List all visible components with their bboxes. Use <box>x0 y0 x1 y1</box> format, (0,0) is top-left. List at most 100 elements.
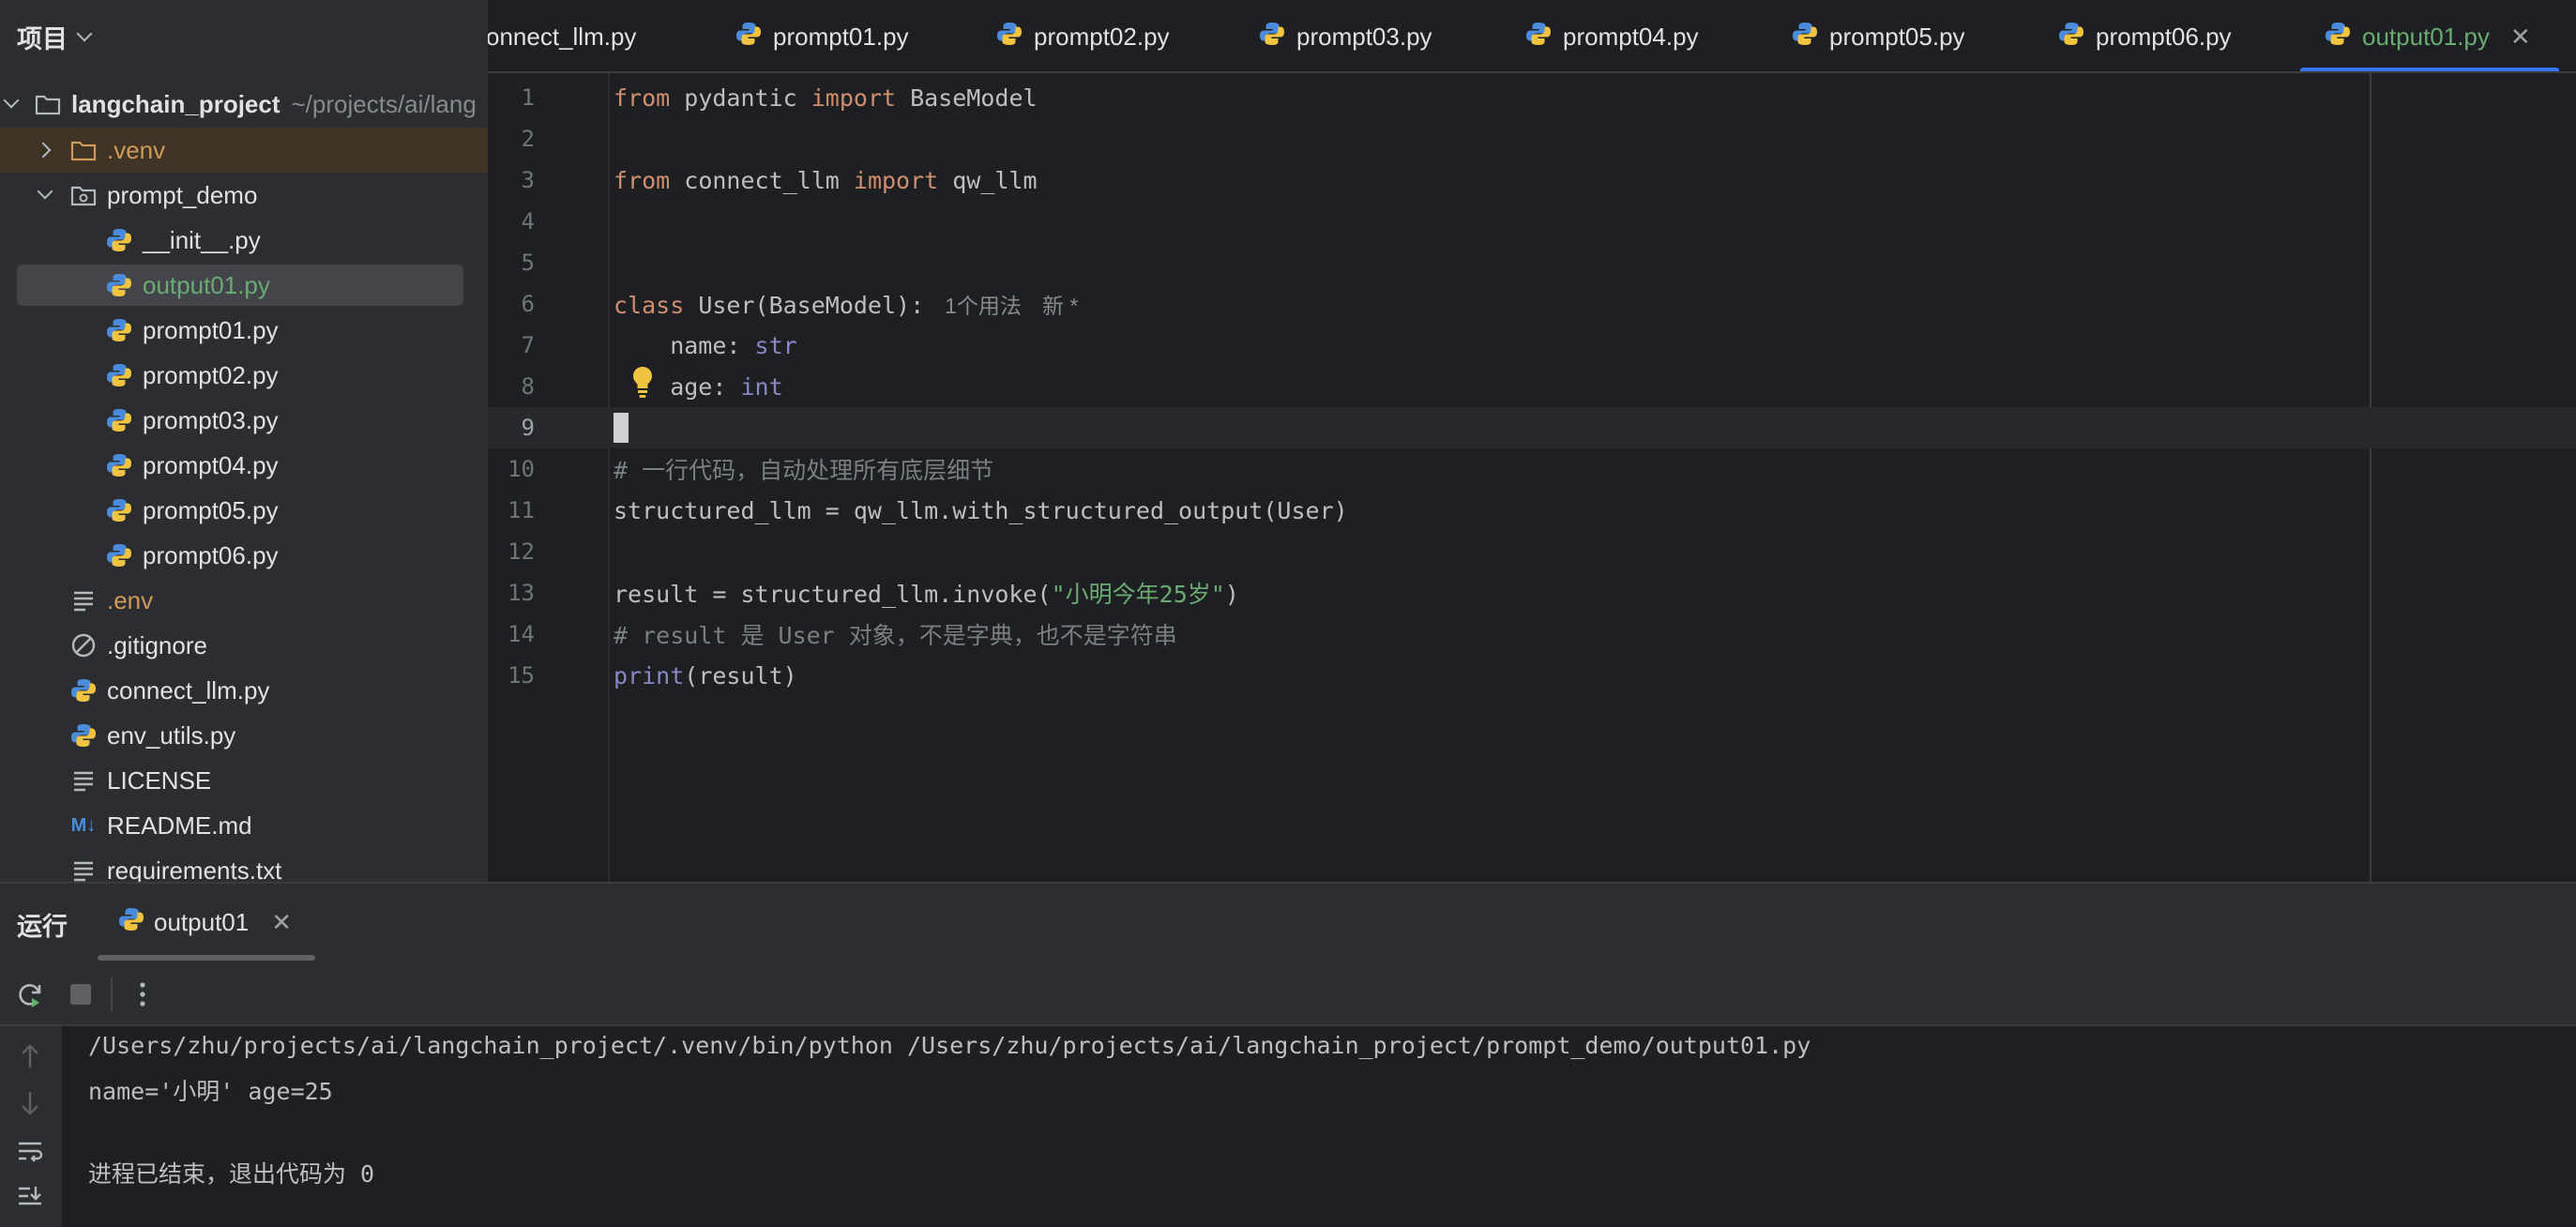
code-line[interactable]: 11 structured_llm = qw_llm.with_structur… <box>488 490 2576 531</box>
more-options-icon[interactable] <box>128 979 158 1009</box>
tab-prompt03[interactable]: prompt03.py <box>1259 0 1432 71</box>
tree-item-label: __init__.py <box>143 225 261 254</box>
python-file-icon <box>105 407 133 433</box>
scroll-to-end-icon[interactable] <box>15 1182 45 1212</box>
tree-item-prompt05-py[interactable]: prompt05.py <box>0 488 488 533</box>
console-output-line: /Users/zhu/projects/ai/langchain_project… <box>88 1032 1811 1059</box>
line-number: 1 <box>521 84 535 111</box>
code-line[interactable]: 7 name: str <box>488 325 2576 366</box>
tree-item-prompt02-py[interactable]: prompt02.py <box>0 353 488 398</box>
run-panel-title: 运行 <box>17 913 68 941</box>
tree-item-license[interactable]: LICENSE <box>0 758 488 803</box>
tree-item-prompt03-py[interactable]: prompt03.py <box>0 398 488 443</box>
python-file-icon <box>1792 21 1818 53</box>
chevron-right-icon[interactable] <box>35 142 52 159</box>
line-number: 5 <box>521 250 535 276</box>
code-comment: # 一行代码，自动处理所有底层细节 <box>614 457 994 484</box>
code-text: from connect_llm import qw_llm <box>614 166 1038 194</box>
tree-item-label: requirements.txt <box>107 856 282 883</box>
author-inlay-hint[interactable]: 新 * <box>1042 294 1078 318</box>
line-number: 6 <box>521 291 535 317</box>
project-name: langchain_project ~/projects/ai/lang <box>71 90 477 119</box>
code-line[interactable]: 4 <box>488 201 2576 242</box>
python-file-icon <box>996 21 1023 53</box>
tab-label: output01.py <box>2362 22 2490 51</box>
usages-inlay-hint[interactable]: 1个用法 <box>945 294 1022 318</box>
lightbulb-icon[interactable] <box>629 364 657 401</box>
code-line[interactable]: 6 class User(BaseModel): 1个用法新 * <box>488 283 2576 325</box>
arrow-down-icon[interactable] <box>15 1088 45 1118</box>
line-number: 14 <box>508 621 535 647</box>
chevron-down-icon[interactable] <box>76 25 93 42</box>
project-name-text: langchain_project <box>71 89 280 118</box>
tree-item-label: README.md <box>107 810 252 840</box>
chevron-down-icon[interactable] <box>3 92 20 109</box>
tab-connect-llm[interactable]: onnect_llm.py <box>488 0 636 71</box>
tree-item-readme-md[interactable]: M↓ README.md <box>0 803 488 848</box>
tab-label: prompt04.py <box>1563 22 1699 51</box>
tree-item-env[interactable]: .env <box>0 578 488 623</box>
code-line[interactable]: 8 age: int <box>488 366 2576 407</box>
tree-item-prompt-demo[interactable]: prompt_demo <box>0 173 488 218</box>
code-line-current[interactable]: 9 <box>488 407 2576 448</box>
code-line[interactable]: 5 <box>488 242 2576 283</box>
tree-item-prompt06-py[interactable]: prompt06.py <box>0 533 488 578</box>
tree-item-prompt04-py[interactable]: prompt04.py <box>0 443 488 488</box>
run-tab-output01[interactable]: output01 ✕ <box>118 906 292 939</box>
tree-item-gitignore[interactable]: .gitignore <box>0 623 488 668</box>
run-panel-header: 运行 output01 ✕ <box>0 884 2576 961</box>
python-file-icon <box>105 542 133 568</box>
line-number: 9 <box>521 415 535 441</box>
code-line[interactable]: 13 result = structured_llm.invoke("小明今年2… <box>488 572 2576 614</box>
tree-item-label: prompt04.py <box>143 450 279 479</box>
tab-prompt06[interactable]: prompt06.py <box>2058 0 2232 71</box>
code-text: structured_llm = qw_llm.with_structured_… <box>614 496 1348 524</box>
tab-output01[interactable]: output01.py ✕ <box>2300 0 2559 71</box>
package-folder-icon <box>69 182 98 208</box>
python-file-icon <box>105 497 133 523</box>
tree-item-label: prompt_demo <box>107 180 258 209</box>
chevron-down-icon[interactable] <box>37 183 53 200</box>
close-icon[interactable]: ✕ <box>2510 23 2531 52</box>
tree-item-label: env_utils.py <box>107 720 236 750</box>
line-number: 8 <box>521 373 535 400</box>
text-file-icon <box>69 857 98 882</box>
tree-item-prompt01-py[interactable]: prompt01.py <box>0 308 488 353</box>
tree-item-init-py[interactable]: __init__.py <box>0 218 488 263</box>
code-line[interactable]: 15 print(result) <box>488 655 2576 696</box>
tree-item-connect-llm-py[interactable]: connect_llm.py <box>0 668 488 713</box>
code-line[interactable]: 3 from connect_llm import qw_llm <box>488 159 2576 201</box>
tab-prompt05[interactable]: prompt05.py <box>1792 0 1965 71</box>
stop-icon[interactable] <box>66 979 96 1009</box>
code-line[interactable]: 2 <box>488 118 2576 159</box>
code-line[interactable]: 12 <box>488 531 2576 572</box>
editor-tab-bar: onnect_llm.py prompt01.py prompt02.py pr… <box>488 0 2576 73</box>
code-text: from pydantic import BaseModel <box>614 83 1038 112</box>
arrow-up-icon[interactable] <box>15 1041 45 1071</box>
python-file-icon <box>105 227 133 253</box>
soft-wrap-icon[interactable] <box>15 1137 45 1167</box>
tab-prompt04[interactable]: prompt04.py <box>1525 0 1699 71</box>
tree-item-label: LICENSE <box>107 765 212 795</box>
tree-item-env-utils-py[interactable]: env_utils.py <box>0 713 488 758</box>
tab-label: prompt02.py <box>1034 22 1170 51</box>
text-file-icon <box>69 767 98 794</box>
tab-prompt01[interactable]: prompt01.py <box>735 0 909 71</box>
ignore-file-icon <box>69 632 98 659</box>
tree-item-label: output01.py <box>143 270 270 299</box>
python-file-icon <box>2325 21 2351 53</box>
close-icon[interactable]: ✕ <box>271 908 292 937</box>
tree-item-output01-py[interactable]: output01.py <box>0 263 488 308</box>
tree-item-venv[interactable]: .venv <box>0 128 488 173</box>
code-line[interactable]: 14 # result 是 User 对象，不是字典，也不是字符串 <box>488 614 2576 655</box>
code-editor[interactable]: 1 from pydantic import BaseModel 2 3 fro… <box>488 73 2576 882</box>
project-view-header[interactable]: 项目 <box>0 0 488 73</box>
tree-project-root[interactable]: langchain_project ~/projects/ai/lang <box>0 82 488 127</box>
code-line[interactable]: 10 # 一行代码，自动处理所有底层细节 <box>488 448 2576 490</box>
code-line[interactable]: 1 from pydantic import BaseModel <box>488 77 2576 118</box>
console-output-line: 进程已结束，退出代码为 0 <box>88 1160 375 1188</box>
tree-item-requirements-txt[interactable]: requirements.txt <box>0 848 488 882</box>
line-number: 12 <box>508 538 535 565</box>
rerun-icon[interactable] <box>15 979 45 1009</box>
tab-prompt02[interactable]: prompt02.py <box>996 0 1170 71</box>
